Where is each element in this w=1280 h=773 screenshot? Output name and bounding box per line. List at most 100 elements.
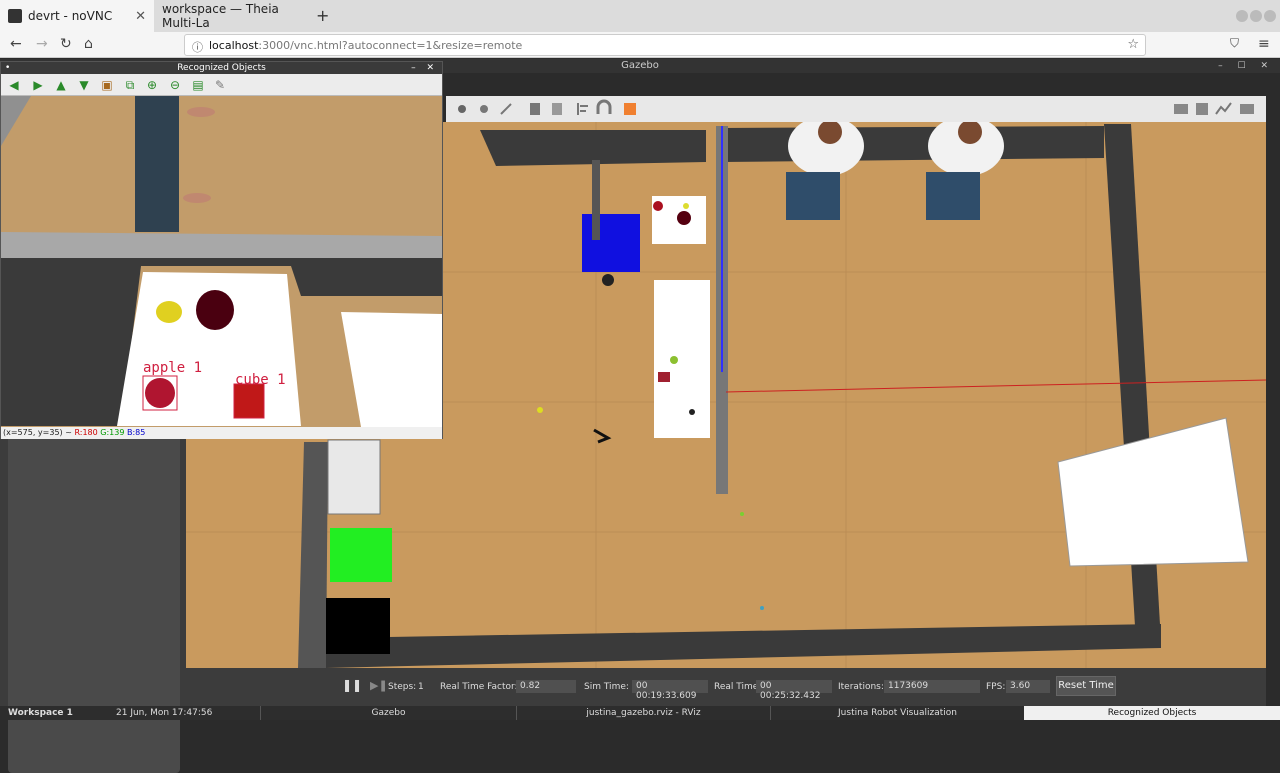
browser-tab-bar: devrt - noVNC ✕ workspace — Theia Multi-…: [0, 0, 1280, 32]
window-controls[interactable]: – ✕: [411, 62, 438, 74]
sim-time-value: 00 00:19:33.609: [632, 680, 708, 701]
tab-label: devrt - noVNC: [28, 9, 113, 23]
gazebo-time-panel: ❚❚ ▶❚ Steps: 1 Real Time Factor: 0.82 Si…: [186, 668, 1266, 706]
arrow-down-icon[interactable]: ▼: [77, 78, 91, 92]
clock: 21 Jun, Mon 17:47:56: [116, 708, 213, 718]
floor-object: [740, 512, 744, 516]
table-long: [654, 280, 710, 438]
real-time-label: Real Time:: [714, 682, 762, 692]
rtf-value: 0.82: [516, 680, 576, 693]
back-icon[interactable]: ←: [10, 36, 22, 52]
reload-icon[interactable]: ↻: [60, 36, 72, 52]
image-apple: [145, 378, 175, 408]
robot-base: [582, 214, 640, 272]
real-time-value: 00 00:25:32.432: [756, 680, 832, 701]
floor-object: [760, 606, 764, 610]
lemon-object: [683, 203, 689, 209]
fit-icon[interactable]: ⧉: [123, 78, 137, 92]
sim-time-label: Sim Time:: [584, 682, 629, 692]
novnc-favicon-icon: [8, 9, 22, 23]
zoom-out-icon[interactable]: ⊖: [168, 78, 182, 92]
rtf-label: Real Time Factor:: [440, 682, 518, 692]
window-title: Recognized Objects: [177, 63, 266, 73]
taskbar-item-rviz[interactable]: justina_gazebo.rviz - RViz: [516, 706, 770, 720]
screenshot-icon[interactable]: [1174, 104, 1188, 114]
gazebo-window-controls[interactable]: – ☐ ✕: [1218, 59, 1274, 73]
browser-nav-bar: ← → ↻ ⌂ ⓘ localhost:3000/vnc.html?autoco…: [0, 32, 1280, 58]
image-person-foot: [183, 193, 211, 203]
taskbar-item-gazebo[interactable]: Gazebo: [260, 706, 516, 720]
steps-value[interactable]: 1: [418, 682, 424, 692]
pixel-blue: B:85: [127, 428, 146, 437]
image-cube: [234, 384, 264, 418]
apple-detection-label: apple 1: [143, 360, 203, 376]
box-object: [658, 372, 670, 382]
close-tab-icon[interactable]: ✕: [135, 9, 146, 24]
image-lemon: [156, 301, 182, 323]
zoom-in-icon[interactable]: ⊕: [145, 78, 159, 92]
robot-wheel: [602, 274, 614, 286]
green-box: [330, 528, 392, 582]
home-icon[interactable]: ⌂: [84, 36, 93, 52]
close-window-icon[interactable]: [1264, 10, 1276, 22]
pixel-green: G:139: [100, 428, 125, 437]
iterations-value: 1173609: [884, 680, 980, 693]
point-light-icon[interactable]: [480, 105, 488, 113]
forward-icon[interactable]: →: [36, 36, 48, 52]
pixel-info-status: (x=575, y=35) ~ R:180 G:139 B:85: [1, 427, 442, 439]
gazebo-toolbar: [446, 96, 1266, 122]
step-icon[interactable]: ▶❚: [370, 679, 388, 692]
image-toolbar: ◀ ▶ ▲ ▼ ▣ ⧉ ⊕ ⊖ ▤ ✎: [1, 74, 442, 96]
apple-object: [653, 201, 663, 211]
bookmark-star-icon[interactable]: ☆: [1127, 37, 1139, 52]
log-icon[interactable]: [1196, 103, 1208, 115]
save-icon[interactable]: ▤: [191, 78, 205, 92]
tab-theia[interactable]: workspace — Theia Multi-La: [154, 0, 310, 32]
align-icon[interactable]: [577, 103, 588, 115]
change-view-icon[interactable]: [624, 103, 636, 115]
spoon-object: [689, 409, 695, 415]
robot-torso: [592, 160, 600, 240]
snap-icon[interactable]: [596, 99, 612, 114]
spot-light-icon[interactable]: [500, 103, 512, 115]
info-icon[interactable]: ⓘ: [192, 39, 203, 55]
arrow-up-icon[interactable]: ▲: [54, 78, 68, 92]
url-bar[interactable]: ⓘ localhost:3000/vnc.html?autoconnect=1&…: [184, 34, 1146, 56]
taskbar-item-recognized[interactable]: Recognized Objects: [1024, 706, 1280, 720]
arrow-right-icon[interactable]: ▶: [31, 78, 45, 92]
maximize-window-icon[interactable]: [1250, 10, 1262, 22]
workspace-label[interactable]: Workspace 1: [0, 706, 81, 720]
image-person-legs: [135, 96, 179, 232]
floor-object: [537, 407, 543, 413]
url-host: localhost: [209, 38, 259, 52]
menu-icon[interactable]: ≡: [1258, 36, 1270, 52]
cursor-coords: (x=575, y=35) ~: [3, 428, 72, 437]
image-icon[interactable]: ▣: [100, 78, 114, 92]
camera-image: apple 1 cube 1: [1, 96, 442, 427]
plot-icon[interactable]: [1215, 102, 1232, 115]
taskbar-item-justina[interactable]: Justina Robot Visualization: [770, 706, 1024, 720]
cube-detection-label: cube 1: [235, 372, 286, 388]
sun-icon[interactable]: [458, 105, 466, 113]
image-basket: [196, 290, 234, 330]
tab-novnc[interactable]: devrt - noVNC ✕: [0, 0, 154, 32]
pause-icon[interactable]: ❚❚: [342, 678, 362, 692]
minimize-window-icon[interactable]: [1236, 10, 1248, 22]
arrow-left-icon[interactable]: ◀: [7, 78, 21, 92]
basket-object: [677, 211, 691, 225]
pixel-red: R:180: [74, 428, 98, 437]
pocket-icon[interactable]: ⛉: [1230, 36, 1239, 51]
recognized-objects-window: • Recognized Objects – ✕ ◀ ▶ ▲ ▼ ▣ ⧉ ⊕ ⊖…: [0, 61, 443, 439]
reset-time-button[interactable]: Reset Time: [1056, 676, 1116, 696]
new-tab-icon[interactable]: +: [316, 6, 329, 25]
paste-icon[interactable]: [552, 103, 562, 115]
fps-label: FPS:: [986, 682, 1006, 692]
black-box: [326, 598, 390, 654]
tab-label: workspace — Theia Multi-La: [162, 2, 279, 30]
window-menu-icon[interactable]: •: [5, 62, 10, 74]
fps-value: 3.60: [1006, 680, 1050, 693]
url-path: :3000/vnc.html?autoconnect=1&resize=remo…: [258, 38, 523, 52]
video-record-icon[interactable]: [1240, 104, 1254, 114]
properties-icon[interactable]: ✎: [213, 78, 227, 92]
copy-icon[interactable]: [530, 103, 540, 115]
